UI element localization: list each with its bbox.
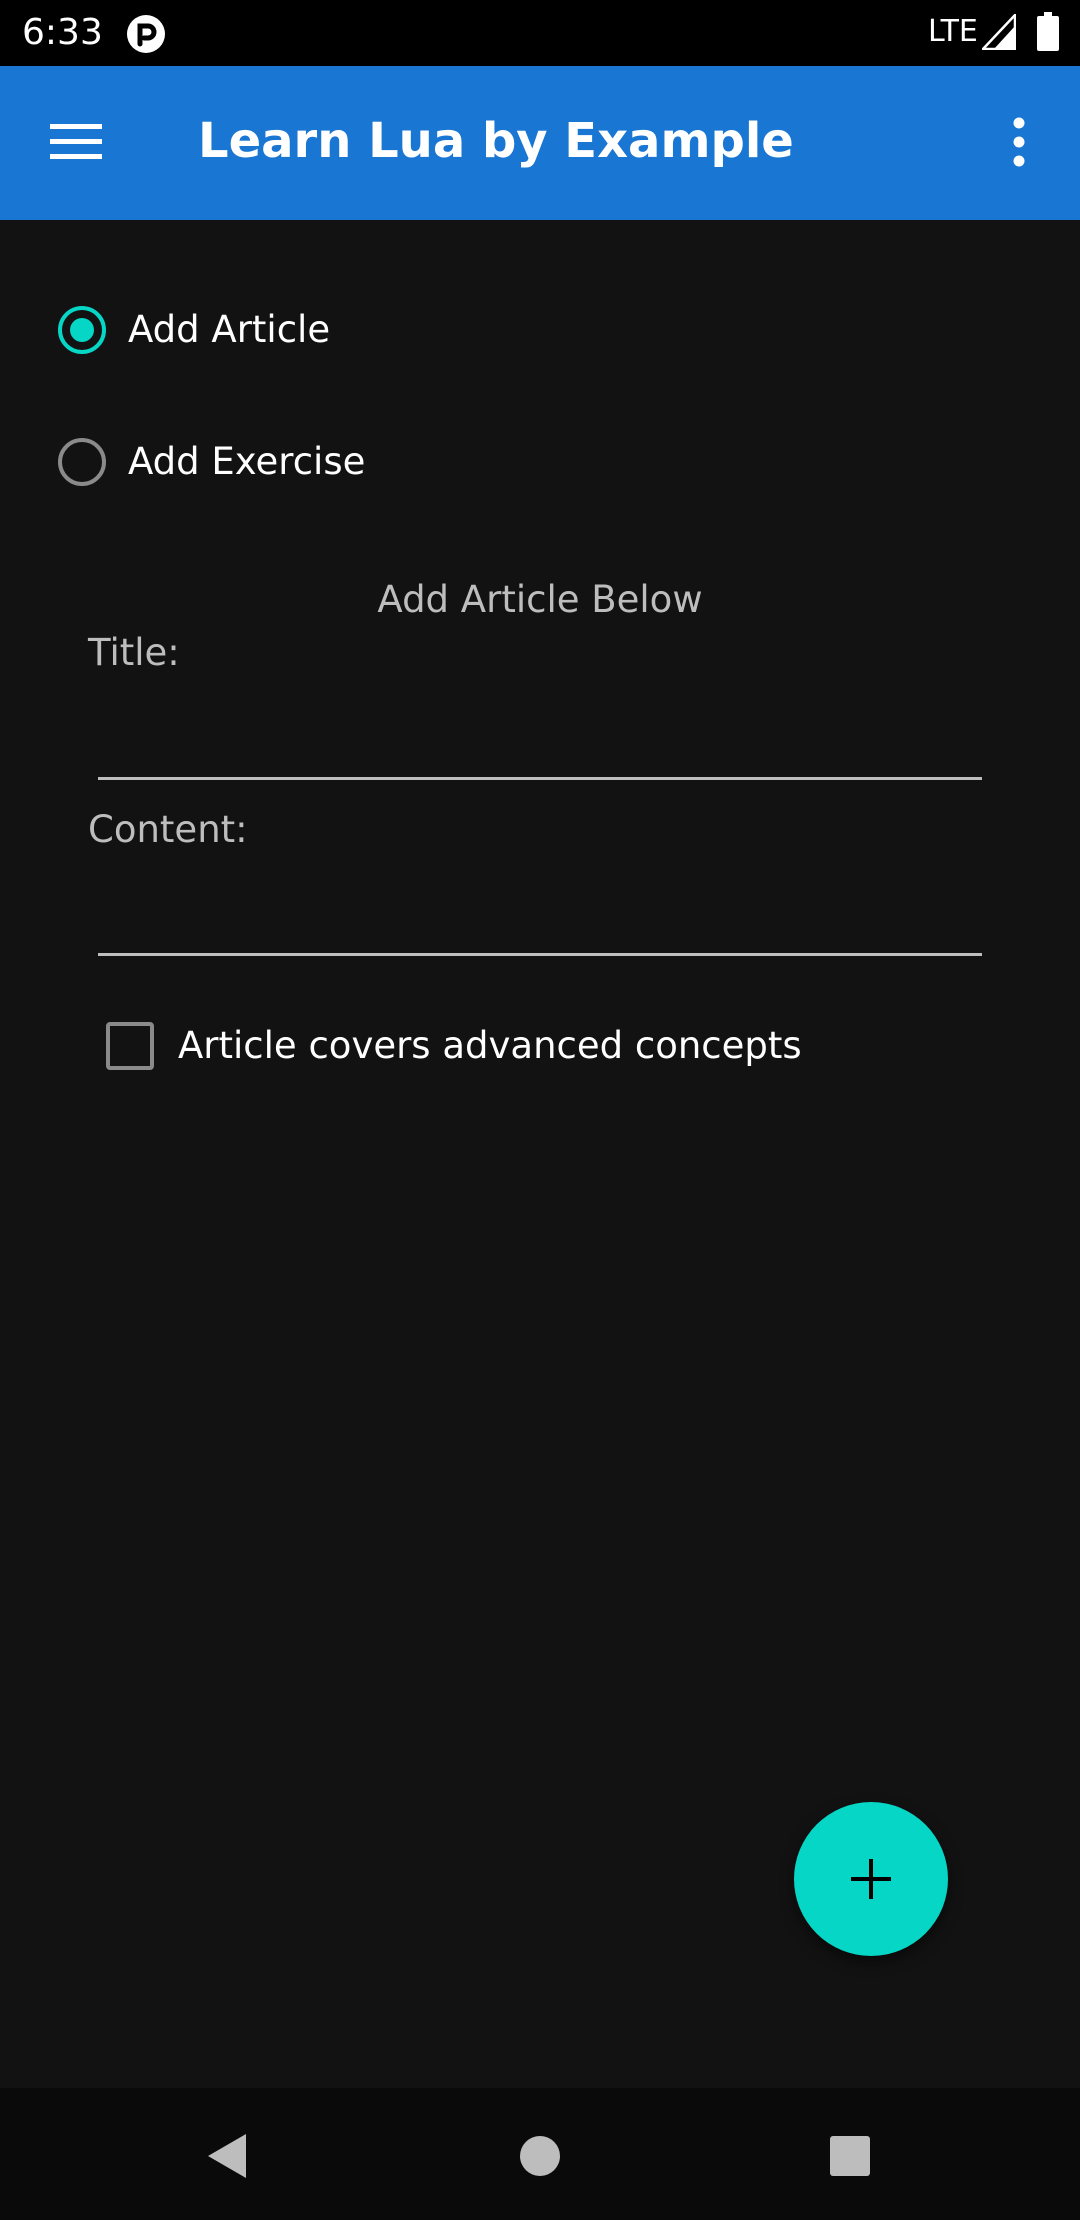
radio-add-exercise[interactable]: Add Exercise <box>58 430 365 494</box>
app-bar: Learn Lua by Example <box>0 66 1080 220</box>
hamburger-menu-icon[interactable] <box>50 122 102 162</box>
network-type: LTE <box>928 14 978 49</box>
radio-add-exercise-label: Add Exercise <box>128 440 366 483</box>
plus-icon <box>851 1859 891 1899</box>
radio-unchecked-icon[interactable] <box>58 438 106 486</box>
signal-icon <box>982 14 1016 50</box>
back-triangle-icon[interactable] <box>204 2132 248 2180</box>
radio-add-article[interactable]: Add Article <box>58 298 330 362</box>
battery-icon <box>1037 12 1059 51</box>
recents-square-icon[interactable] <box>828 2134 872 2178</box>
radio-add-article-label: Add Article <box>128 308 331 351</box>
screen: 6:33 LTE Learn Lua by Example Add Articl… <box>0 0 1080 2220</box>
p-circle-icon <box>127 15 165 53</box>
content-input[interactable] <box>98 886 982 956</box>
section-heading: Add Article Below <box>377 578 703 621</box>
home-circle-icon[interactable] <box>518 2134 562 2178</box>
status-bar: 6:33 LTE <box>0 0 1080 66</box>
advanced-checkbox[interactable] <box>106 1022 154 1070</box>
app-title: Learn Lua by Example <box>198 113 794 169</box>
title-input[interactable] <box>98 710 982 780</box>
advanced-checkbox-row[interactable]: Article covers advanced concepts <box>106 1014 802 1078</box>
more-vert-icon[interactable] <box>1002 116 1036 168</box>
radio-checked-icon[interactable] <box>58 306 106 354</box>
add-fab-button[interactable] <box>794 1802 948 1956</box>
content-label: Content: <box>88 808 248 851</box>
system-nav-bar <box>0 2088 1080 2220</box>
advanced-checkbox-label: Article covers advanced concepts <box>178 1024 802 1067</box>
status-time: 6:33 <box>22 12 103 53</box>
title-label: Title: <box>88 631 180 674</box>
